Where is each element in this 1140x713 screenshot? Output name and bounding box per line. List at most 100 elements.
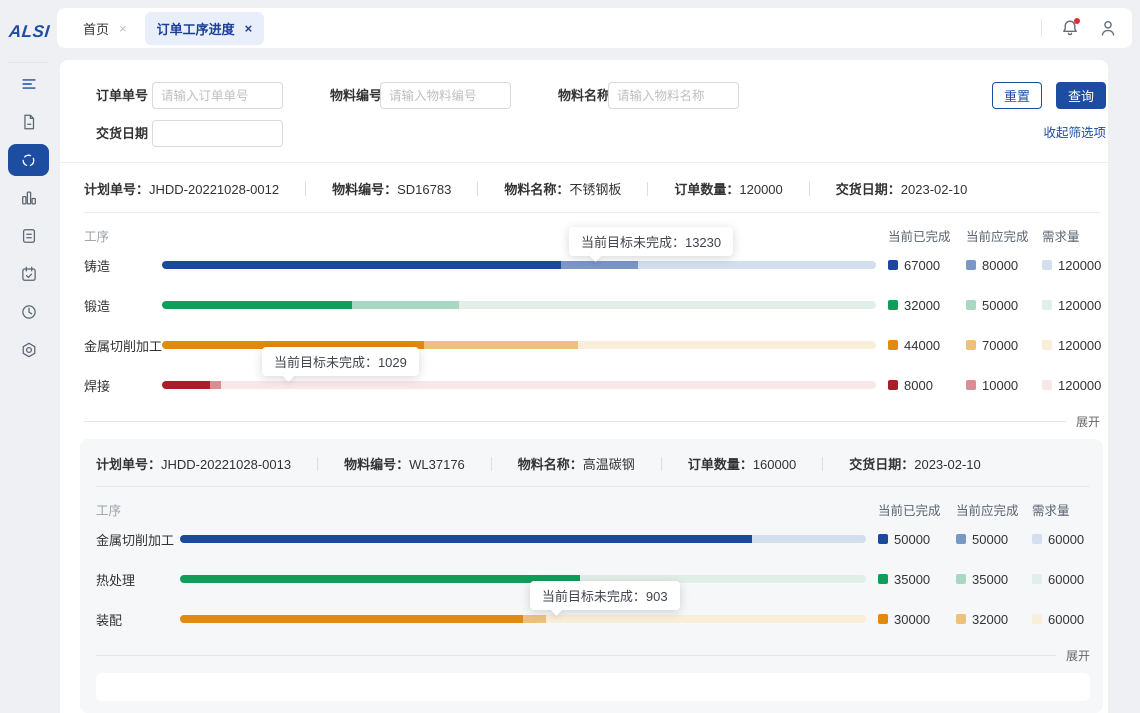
- material-no-label: 物料编号：: [332, 182, 397, 197]
- tab-close-icon[interactable]: ×: [119, 22, 127, 35]
- progress-track[interactable]: [162, 261, 876, 269]
- delivery-date-field: 交货日期：2023-02-10: [849, 454, 981, 473]
- demand-value: 60000: [1048, 612, 1084, 627]
- card-footer: 展开: [96, 647, 1090, 663]
- demand-value: 120000: [1058, 258, 1101, 273]
- progress-track[interactable]: [180, 535, 866, 543]
- field-separator: [809, 182, 810, 196]
- demand-value: 120000: [1058, 378, 1101, 393]
- segment-should-complete: [352, 301, 459, 309]
- progress-track[interactable]: [180, 575, 866, 583]
- legend-values: 350003500060000: [878, 572, 1090, 587]
- legend-cell-completed: 8000: [888, 378, 966, 393]
- demand-value: 120000: [1058, 338, 1101, 353]
- segment-remaining: [459, 301, 876, 309]
- progress-bar: 当前目标未完成：13230: [162, 261, 876, 269]
- menu-collapse-icon[interactable]: [20, 75, 38, 93]
- segment-should-complete: [523, 615, 546, 623]
- order-card-header: 计划单号：JHDD-20221028-0013物料编号：WL37176物料名称：…: [96, 439, 1090, 487]
- sidebar: [0, 48, 57, 713]
- legend-cell-completed: 30000: [878, 612, 956, 627]
- completed-value: 44000: [904, 338, 940, 353]
- gear-icon[interactable]: [20, 341, 38, 359]
- legend-cell-demand: 120000: [1042, 338, 1100, 353]
- process-label: 锻造: [84, 296, 162, 315]
- column-header: 需求量: [1032, 500, 1090, 519]
- process-label: 装配: [96, 610, 180, 629]
- clock-icon[interactable]: [20, 303, 38, 321]
- unfinished-target-tooltip: 当前目标未完成：903: [530, 581, 680, 610]
- delivery-date-label: 交货日期：: [836, 182, 901, 197]
- material-no-value: SD16783: [397, 182, 451, 197]
- process-cycle-icon: [20, 152, 37, 169]
- legend-cell-demand: 60000: [1032, 532, 1090, 547]
- calendar-check-icon[interactable]: [20, 265, 38, 283]
- material-no-field: 物料编号：WL37176: [344, 454, 465, 473]
- tab-active[interactable]: 订单工序进度×: [145, 12, 265, 45]
- legend-swatch-demand: [1042, 340, 1052, 350]
- process-row: 锻造 3200050000120000: [84, 285, 1100, 325]
- material-name-label: 物料名称：: [504, 182, 569, 197]
- legend-cell-should-complete: 35000: [956, 572, 1032, 587]
- process-row: 金属切削加工4400070000120000: [84, 325, 1100, 365]
- search-button[interactable]: 查询: [1056, 82, 1106, 109]
- unfinished-target-tooltip: 当前目标未完成：13230: [569, 227, 733, 256]
- material-name-label: 物料名称: [558, 82, 610, 109]
- footer-divider: [96, 655, 1056, 656]
- progress-track[interactable]: [180, 615, 866, 623]
- user-icon[interactable]: [1098, 18, 1118, 38]
- process-row: 焊接当前目标未完成：1029800010000120000: [84, 365, 1100, 405]
- collapse-filters-link[interactable]: 收起筛选项: [1043, 122, 1106, 141]
- legend-swatch-should-complete: [956, 534, 966, 544]
- tooltip-text: 当前目标未完成：903: [542, 589, 668, 604]
- order-qty-field: 订单数量：120000: [674, 179, 782, 198]
- order-qty-value: 160000: [753, 457, 796, 472]
- clipboard-icon[interactable]: [20, 227, 38, 245]
- notification-bell-icon[interactable]: [1060, 18, 1080, 38]
- legend-cell-demand: 60000: [1032, 612, 1090, 627]
- progress-track[interactable]: [162, 381, 876, 389]
- process-column-title: 工序: [84, 226, 162, 245]
- progress-track[interactable]: [162, 301, 876, 309]
- legend-cell-completed: 44000: [888, 338, 966, 353]
- sidebar-item-process-cycle-active[interactable]: [8, 144, 49, 176]
- process-column-title: 工序: [96, 500, 180, 519]
- order-no-input[interactable]: [152, 82, 283, 109]
- completed-value: 50000: [894, 532, 930, 547]
- order-qty-field: 订单数量：160000: [688, 454, 796, 473]
- chart-columns-header: 工序当前已完成当前应完成需求量: [96, 499, 1090, 519]
- material-no-input[interactable]: [380, 82, 511, 109]
- material-no-label: 物料编号：: [344, 457, 409, 472]
- tooltip-text: 当前目标未完成：1029: [274, 355, 407, 370]
- segment-should-complete: [210, 381, 222, 389]
- process-row: 金属切削加工500005000060000: [96, 519, 1090, 559]
- legend-values: 4400070000120000: [888, 338, 1100, 353]
- reset-button[interactable]: 重置: [992, 82, 1042, 109]
- legend-swatch-completed: [888, 340, 898, 350]
- segment-remaining: [221, 381, 876, 389]
- expand-link[interactable]: 展开: [1076, 413, 1100, 430]
- document-icon[interactable]: [20, 113, 38, 131]
- completed-value: 32000: [904, 298, 940, 313]
- segment-completed: [180, 575, 580, 583]
- segment-completed: [162, 261, 561, 269]
- material-name-label: 物料名称：: [518, 457, 583, 472]
- tab-0[interactable]: 首页×: [71, 12, 139, 45]
- progress-bar: 当前目标未完成：903: [180, 615, 866, 623]
- tooltip-arrow: [282, 369, 295, 382]
- card-footer: 展开: [84, 413, 1100, 429]
- bar-chart-icon[interactable]: [20, 189, 38, 207]
- expand-link[interactable]: 展开: [1066, 647, 1090, 664]
- legend-headers: 当前已完成当前应完成需求量: [888, 226, 1100, 245]
- legend-values: 3200050000120000: [888, 298, 1100, 313]
- segment-remaining: [638, 261, 876, 269]
- field-separator: [305, 182, 306, 196]
- material-name-input[interactable]: [608, 82, 739, 109]
- delivery-date-input[interactable]: [152, 120, 283, 147]
- column-header: 当前应完成: [966, 226, 1042, 245]
- plan-no-label: 计划单号：: [84, 182, 149, 197]
- legend-values: 800010000120000: [888, 378, 1100, 393]
- tab-close-icon[interactable]: ×: [245, 22, 253, 35]
- legend-cell-demand: 60000: [1032, 572, 1090, 587]
- legend-cell-should-complete: 80000: [966, 258, 1042, 273]
